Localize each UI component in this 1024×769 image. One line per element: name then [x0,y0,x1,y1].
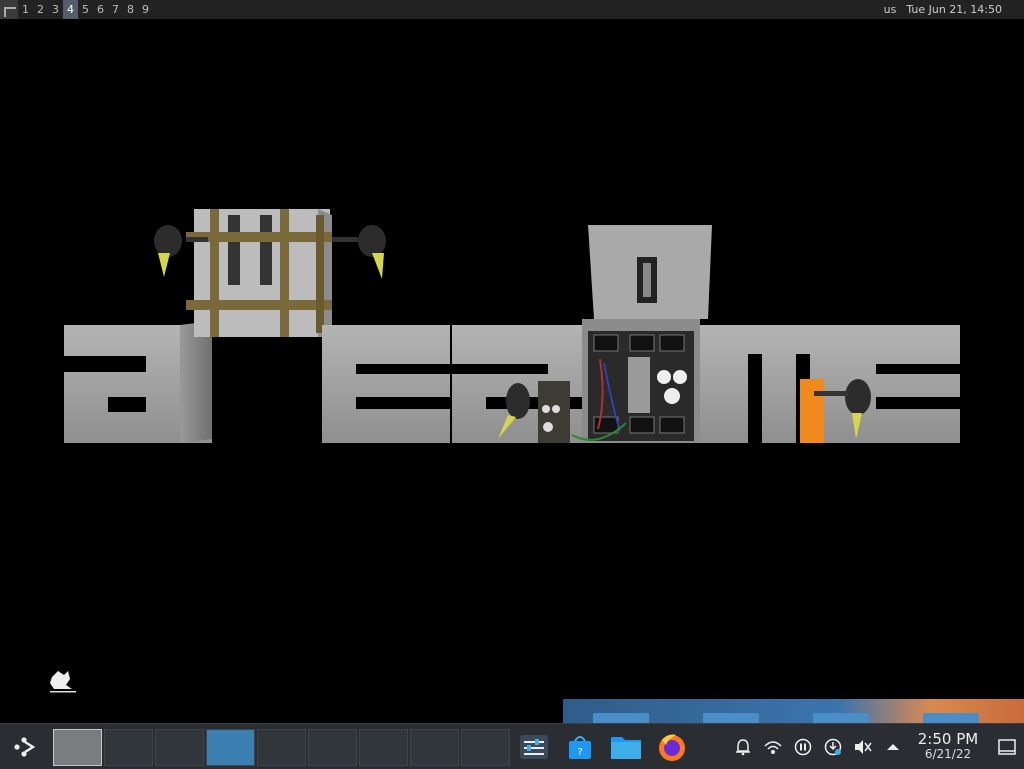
awesome-wallpaper [64,209,960,443]
pager-desktop-5[interactable] [257,729,306,766]
tag-2[interactable]: 2 [33,0,48,19]
letter-o-box [571,225,712,443]
window-thumbnail-strip [563,699,1024,723]
keyboard-layout[interactable]: us [884,3,897,16]
virtual-desktop-pager [52,724,511,769]
update-tray-button[interactable] [820,724,846,769]
tray-expand-button[interactable] [880,724,906,769]
letter-m-block [700,325,846,443]
tag-list: 1 2 3 4 5 6 7 8 9 [18,0,153,19]
firefox-icon [659,734,685,761]
file-manager-icon [611,736,641,759]
pager-desktop-2[interactable] [104,729,153,766]
firefox-task[interactable] [649,724,695,769]
system-tray: 2:50 PM 6/21/22 [730,724,986,769]
tray-expand-icon [887,743,899,750]
letter-e-block [322,325,450,443]
tag-3[interactable]: 3 [48,0,63,19]
pager-desktop-4[interactable] [206,729,255,766]
letter-a-block [64,321,212,443]
file-manager-task[interactable] [603,724,649,769]
tag-9[interactable]: 9 [138,0,153,19]
pager-desktop-9[interactable] [461,729,510,766]
topbar-clock[interactable]: Tue Jun 21, 14:50 [906,3,1002,16]
update-icon [824,738,842,755]
digital-clock[interactable]: 2:50 PM 6/21/22 [910,730,986,762]
launcher-icon [14,736,36,757]
clock-time: 2:50 PM [917,730,979,749]
application-launcher-button[interactable] [0,724,48,769]
tag-7[interactable]: 7 [108,0,123,19]
pager-desktop-7[interactable] [359,729,408,766]
tag-4[interactable]: 4 [63,0,78,19]
show-desktop-icon [998,738,1016,755]
pager-desktop-3[interactable] [155,729,204,766]
tag-8[interactable]: 8 [123,0,138,19]
pager-desktop-8[interactable] [410,729,459,766]
show-desktop-button[interactable] [990,724,1024,769]
alarm-icon [736,738,750,755]
media-tray-button[interactable] [790,724,816,769]
discover-store-icon: ? [569,735,591,759]
network-tray-button[interactable] [760,724,786,769]
pager-desktop-6[interactable] [308,729,357,766]
letter-s-block [452,325,582,443]
awesome-top-bar: 1 2 3 4 5 6 7 8 9 us Tue Jun 21, 14:50 [0,0,1024,19]
discover-store-task[interactable]: ? [557,724,603,769]
right-drone [332,225,386,279]
system-settings-icon [520,734,548,759]
volume-tray-button[interactable] [850,724,876,769]
media-pause-icon [794,738,812,755]
desktop[interactable] [0,19,1024,723]
alarm-tray-button[interactable] [730,724,756,769]
tag-5[interactable]: 5 [78,0,93,19]
volume-muted-icon [855,739,872,754]
tag-6[interactable]: 6 [93,0,108,19]
network-icon [764,740,782,754]
tag-1[interactable]: 1 [18,0,33,19]
pager-desktop-1[interactable] [53,729,102,766]
clock-date: 6/21/22 [924,747,972,762]
awesome-menu-icon[interactable] [0,0,18,19]
crate-w-block [186,209,332,337]
bottom-panel: ? 2:50 PM 6/21/22 [0,723,1024,769]
svg-text:?: ? [577,747,582,758]
desktop-launcher-icon[interactable] [46,667,78,695]
system-settings-task[interactable] [511,724,557,769]
